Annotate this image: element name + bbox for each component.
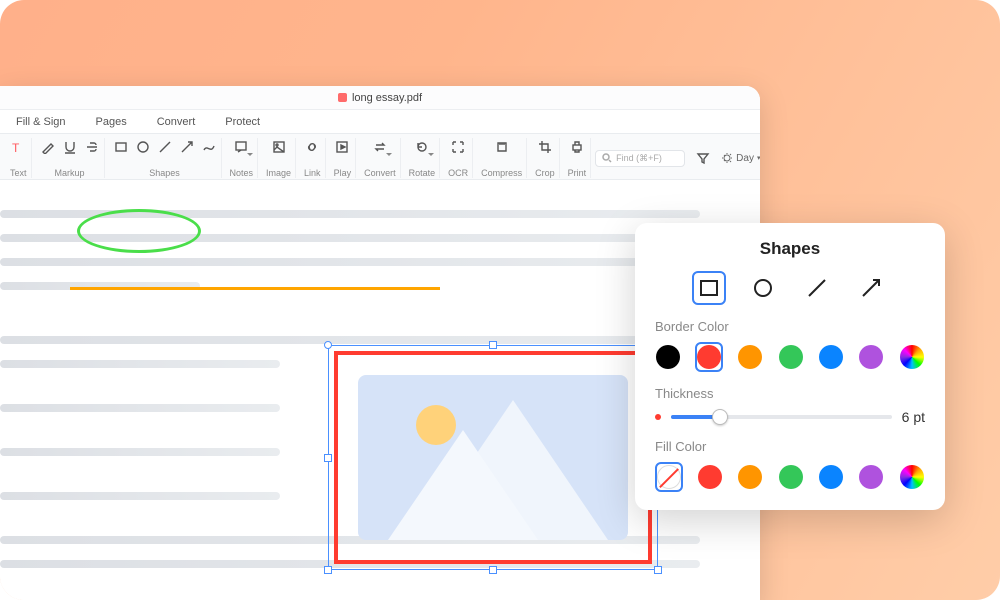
slider-thumb[interactable] [712,409,728,425]
crop-group-label: Crop [535,168,555,178]
annotation-rectangle [334,351,652,564]
ocr-group-label: OCR [448,168,468,178]
resize-handle[interactable] [489,341,497,349]
freehand-shape-icon[interactable] [201,139,217,155]
annotation-underline[interactable] [70,287,440,290]
resize-handle[interactable] [489,566,497,574]
notes-icon[interactable] [233,139,249,155]
strikethrough-icon[interactable] [84,139,100,155]
toolbar: T Text Markup S [0,134,760,180]
image-placeholder-icon [358,375,628,540]
thickness-slider[interactable] [671,415,892,419]
print-icon[interactable] [569,139,585,155]
shape-option-line[interactable] [800,271,834,305]
swatch-blue[interactable] [819,345,843,369]
underline-icon[interactable] [62,139,78,155]
resize-handle[interactable] [654,566,662,574]
compress-group-label: Compress [481,168,522,178]
text-tool-icon[interactable]: T [10,139,26,155]
tab-pages[interactable]: Pages [90,112,133,132]
shapes-panel: Shapes Border Color Thickness 6 pt [635,223,945,510]
swatch-black[interactable] [656,345,680,369]
text-group-label: Text [10,168,27,178]
border-color-label: Border Color [655,319,925,334]
image-group-label: Image [266,168,291,178]
swatch-purple[interactable] [859,465,883,489]
compress-icon[interactable] [494,139,510,155]
link-icon[interactable] [304,139,320,155]
link-group-label: Link [304,168,321,178]
swatch-custom-color[interactable] [900,465,924,489]
thickness-preview-dot [655,414,661,420]
search-input[interactable]: Find (⌘+F) [595,150,685,167]
resize-handle[interactable] [324,566,332,574]
ocr-icon[interactable] [450,139,466,155]
fill-color-row [655,462,925,492]
swatch-purple[interactable] [859,345,883,369]
convert-group-label: Convert [364,168,396,178]
view-mode-toggle[interactable]: Day ▾ [721,152,760,164]
mountain-icon [388,430,538,540]
rotate-icon[interactable] [414,139,430,155]
tab-convert[interactable]: Convert [151,112,202,132]
crop-icon[interactable] [537,139,553,155]
play-icon[interactable] [334,139,350,155]
text-line [0,258,700,266]
titlebar: long essay.pdf [0,86,760,110]
notes-group-label: Notes [230,168,254,178]
thickness-label: Thickness [655,386,925,401]
rotate-group-label: Rotate [409,168,436,178]
tab-protect[interactable]: Protect [219,112,266,132]
swatch-red[interactable] [697,345,721,369]
resize-handle[interactable] [324,454,332,462]
shape-type-row [655,271,925,305]
markup-group-label: Markup [55,168,85,178]
selected-shape-rectangle[interactable] [328,345,658,570]
stage: long essay.pdf Fill & Sign Pages Convert… [0,0,1000,600]
window-title: long essay.pdf [352,92,422,104]
rect-shape-icon[interactable] [113,139,129,155]
swatch-none[interactable] [657,465,681,489]
text-line [0,404,280,412]
shape-option-circle[interactable] [746,271,780,305]
shapes-panel-title: Shapes [655,239,925,259]
text-line [0,492,280,500]
thickness-value: 6 pt [902,409,925,425]
swatch-orange[interactable] [738,345,762,369]
line-shape-icon[interactable] [157,139,173,155]
highlight-icon[interactable] [40,139,56,155]
circle-shape-icon[interactable] [135,139,151,155]
filter-icon[interactable] [695,150,711,166]
text-line [0,360,280,368]
swatch-orange[interactable] [738,465,762,489]
arrow-shape-icon[interactable] [179,139,195,155]
resize-handle[interactable] [324,341,332,349]
annotation-ellipse[interactable] [77,209,201,253]
swatch-green[interactable] [779,465,803,489]
search-placeholder: Find (⌘+F) [616,153,662,164]
file-icon [338,93,347,102]
swatch-blue[interactable] [819,465,843,489]
border-color-row [655,342,925,372]
shape-option-rectangle[interactable] [692,271,726,305]
menu-tabs: Fill & Sign Pages Convert Protect [0,110,760,134]
convert-icon[interactable] [372,139,388,155]
text-line [0,336,700,344]
shape-option-arrow[interactable] [854,271,888,305]
play-group-label: Play [334,168,352,178]
image-icon[interactable] [271,139,287,155]
swatch-red[interactable] [698,465,722,489]
text-line [0,448,280,456]
svg-text:T: T [12,141,20,154]
shapes-group-label: Shapes [149,168,180,178]
print-group-label: Print [568,168,587,178]
fill-color-label: Fill Color [655,439,925,454]
tab-fill-sign[interactable]: Fill & Sign [10,112,72,132]
swatch-green[interactable] [779,345,803,369]
thickness-row: 6 pt [655,409,925,425]
swatch-custom-color[interactable] [900,345,924,369]
